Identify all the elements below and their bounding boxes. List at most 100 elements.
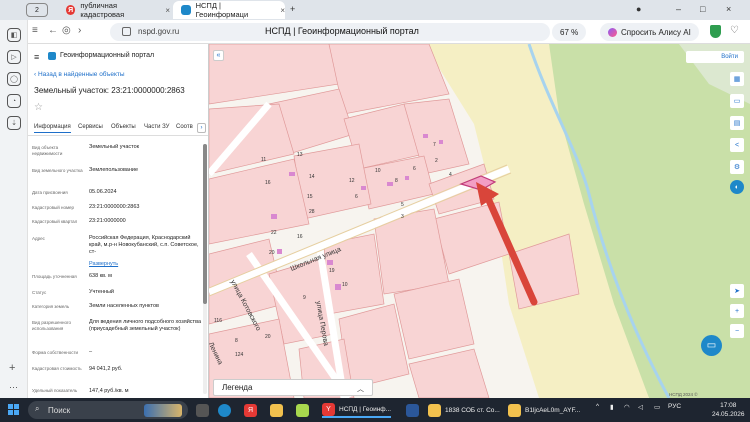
- attr-value: 147,4 руб./кв. м: [89, 388, 129, 394]
- tab-label: НСПД | Геоинформаци: [195, 1, 249, 19]
- zoom-out-icon[interactable]: −: [730, 324, 744, 338]
- language-indicator[interactable]: РУС: [668, 403, 681, 410]
- house-number: 4: [449, 172, 452, 178]
- portal-header: ≡ Геоинформационный портал: [28, 48, 208, 64]
- bookmark-icon[interactable]: ♡: [730, 25, 739, 36]
- attr-value: 23:21:0000000: [89, 218, 126, 224]
- messenger-icon[interactable]: ◯: [7, 72, 21, 86]
- tabs-next-icon[interactable]: ›: [197, 123, 206, 133]
- tab-info[interactable]: Информация: [34, 124, 71, 133]
- attr-value: Российская Федерация, Краснодарский край…: [89, 235, 199, 255]
- close-icon[interactable]: ×: [280, 6, 285, 15]
- tab-cadastral-search[interactable]: Я публичная кадастровая ×: [58, 1, 170, 19]
- yandex-icon[interactable]: Я: [244, 404, 257, 417]
- house-number: 7: [433, 142, 436, 148]
- object-info-panel: ≡ Геоинформационный портал ‹ Назад в най…: [28, 44, 209, 398]
- battery-icon[interactable]: ▭: [654, 403, 660, 411]
- layers-icon[interactable]: ▦: [730, 72, 744, 86]
- back-to-results-link[interactable]: ‹ Назад в найденные объекты: [34, 71, 125, 78]
- tab-parts[interactable]: Части ЗУ: [144, 124, 169, 130]
- menu-icon[interactable]: ≡: [32, 25, 38, 36]
- clock-date: 24.05.2026: [712, 411, 745, 418]
- windows-taskbar: ⌕ Поиск Я Y НСПД | Геоинф... 1838 СОБ ст…: [0, 398, 750, 422]
- house-number: 19: [329, 268, 335, 274]
- shield-icon[interactable]: [710, 25, 721, 38]
- share-icon[interactable]: <: [730, 138, 744, 152]
- scrollbar-thumb[interactable]: [203, 144, 207, 304]
- hamburger-icon[interactable]: ≡: [34, 52, 39, 62]
- attr-value: 23:21:0000000:2863: [89, 204, 140, 210]
- tab-correspondence[interactable]: Соотв: [176, 124, 193, 130]
- house-number: 28: [309, 209, 315, 215]
- chevron-up-icon: ︿: [357, 386, 364, 393]
- protect-icon[interactable]: ◎: [62, 25, 71, 36]
- forward-icon[interactable]: ›: [78, 25, 81, 36]
- zoom-indicator[interactable]: 67 %: [552, 23, 587, 41]
- profile-icon[interactable]: ●: [636, 4, 641, 14]
- assistant-icon[interactable]: ◐: [730, 180, 744, 194]
- attr-label: Статус: [32, 290, 47, 295]
- geolocation-icon[interactable]: ➤: [730, 284, 744, 298]
- login-button[interactable]: Войти: [686, 51, 744, 63]
- house-number: 12: [349, 178, 355, 184]
- back-icon[interactable]: ←: [48, 25, 58, 36]
- word-icon[interactable]: [406, 404, 419, 417]
- house-number: 20: [269, 250, 275, 256]
- house-number: 9: [303, 295, 306, 301]
- attr-value: 94 041,2 руб.: [89, 366, 123, 372]
- volume-icon[interactable]: ◁: [638, 403, 643, 411]
- new-tab-icon[interactable]: +: [290, 4, 295, 14]
- maximize-icon[interactable]: □: [700, 4, 705, 14]
- tab-count-badge[interactable]: 2: [26, 3, 48, 17]
- edge-icon[interactable]: [218, 404, 231, 417]
- clock[interactable]: 17:08 24.05.2026: [712, 401, 745, 419]
- history-icon[interactable]: ◔: [7, 94, 21, 108]
- zoom-in-icon[interactable]: +: [730, 304, 744, 318]
- taskbar-app-nspd[interactable]: Y НСПД | Геоинф...: [322, 402, 392, 418]
- tray-chevron-icon[interactable]: ^: [596, 403, 599, 410]
- taskbar-app-doc[interactable]: 1838 СОБ ст. Со...: [428, 402, 500, 418]
- windows-start-icon[interactable]: [8, 404, 20, 416]
- yandex-favicon-icon: Я: [66, 5, 76, 15]
- close-window-icon[interactable]: ×: [726, 4, 731, 14]
- downloads-icon[interactable]: ⇣: [7, 116, 21, 130]
- network-icon[interactable]: ▮: [610, 403, 614, 411]
- attr-value: 638 кв. м: [89, 273, 112, 279]
- add-icon[interactable]: +: [9, 362, 15, 374]
- wifi-icon[interactable]: ◠: [624, 403, 630, 411]
- panel-scrollbar[interactable]: [203, 144, 207, 394]
- print-icon[interactable]: ▤: [730, 116, 744, 130]
- collections-icon[interactable]: ◧: [7, 28, 21, 42]
- alice-button[interactable]: Спросить Алису AI: [600, 23, 699, 41]
- browser-tab-bar: 2 Я публичная кадастровая × НСПД | Геоин…: [0, 0, 750, 20]
- taskbar-app-image[interactable]: B1ljcAeL0m_AYF...: [508, 402, 580, 418]
- settings-icon[interactable]: ⚙: [730, 160, 744, 174]
- explorer-icon[interactable]: [270, 404, 283, 417]
- expand-address-link[interactable]: Развернуть: [89, 261, 201, 268]
- more-icon[interactable]: ⋯: [9, 382, 18, 393]
- nspd-favicon-icon: [181, 5, 191, 15]
- minimize-icon[interactable]: –: [676, 4, 681, 14]
- chat-button[interactable]: ▭: [701, 335, 722, 356]
- map-view[interactable]: 11 13 7 2 16 14 12 10 8 6 4 6 5 15 3 22 …: [209, 44, 750, 398]
- url-field[interactable]: nspd.gov.ru НСПД | Геоинформационный пор…: [110, 23, 550, 41]
- attr-label: Кадастровая стоимость: [32, 366, 82, 371]
- house-number: 3: [401, 214, 404, 220]
- app-icon[interactable]: [296, 404, 309, 417]
- measure-icon[interactable]: ▭: [730, 94, 744, 108]
- tab-services[interactable]: Сервисы: [78, 124, 103, 130]
- lock-icon: [122, 27, 131, 36]
- map-canvas[interactable]: [209, 44, 750, 398]
- legend-toggle[interactable]: Легенда ︿: [213, 379, 373, 396]
- tab-objects[interactable]: Объекты: [111, 124, 136, 130]
- house-number: 10: [375, 168, 381, 174]
- music-icon[interactable]: ▷: [7, 50, 21, 64]
- collapse-panel-button[interactable]: «: [213, 50, 224, 61]
- attr-label: Кадастровый номер: [32, 205, 75, 210]
- yandex-browser-icon: Y: [322, 402, 335, 416]
- tab-nspd[interactable]: НСПД | Геоинформаци ×: [173, 1, 285, 19]
- favorite-star-icon[interactable]: ☆: [34, 102, 43, 113]
- portal-title: Геоинформационный портал: [60, 52, 155, 59]
- task-view-icon[interactable]: [196, 404, 209, 417]
- close-icon[interactable]: ×: [165, 6, 170, 15]
